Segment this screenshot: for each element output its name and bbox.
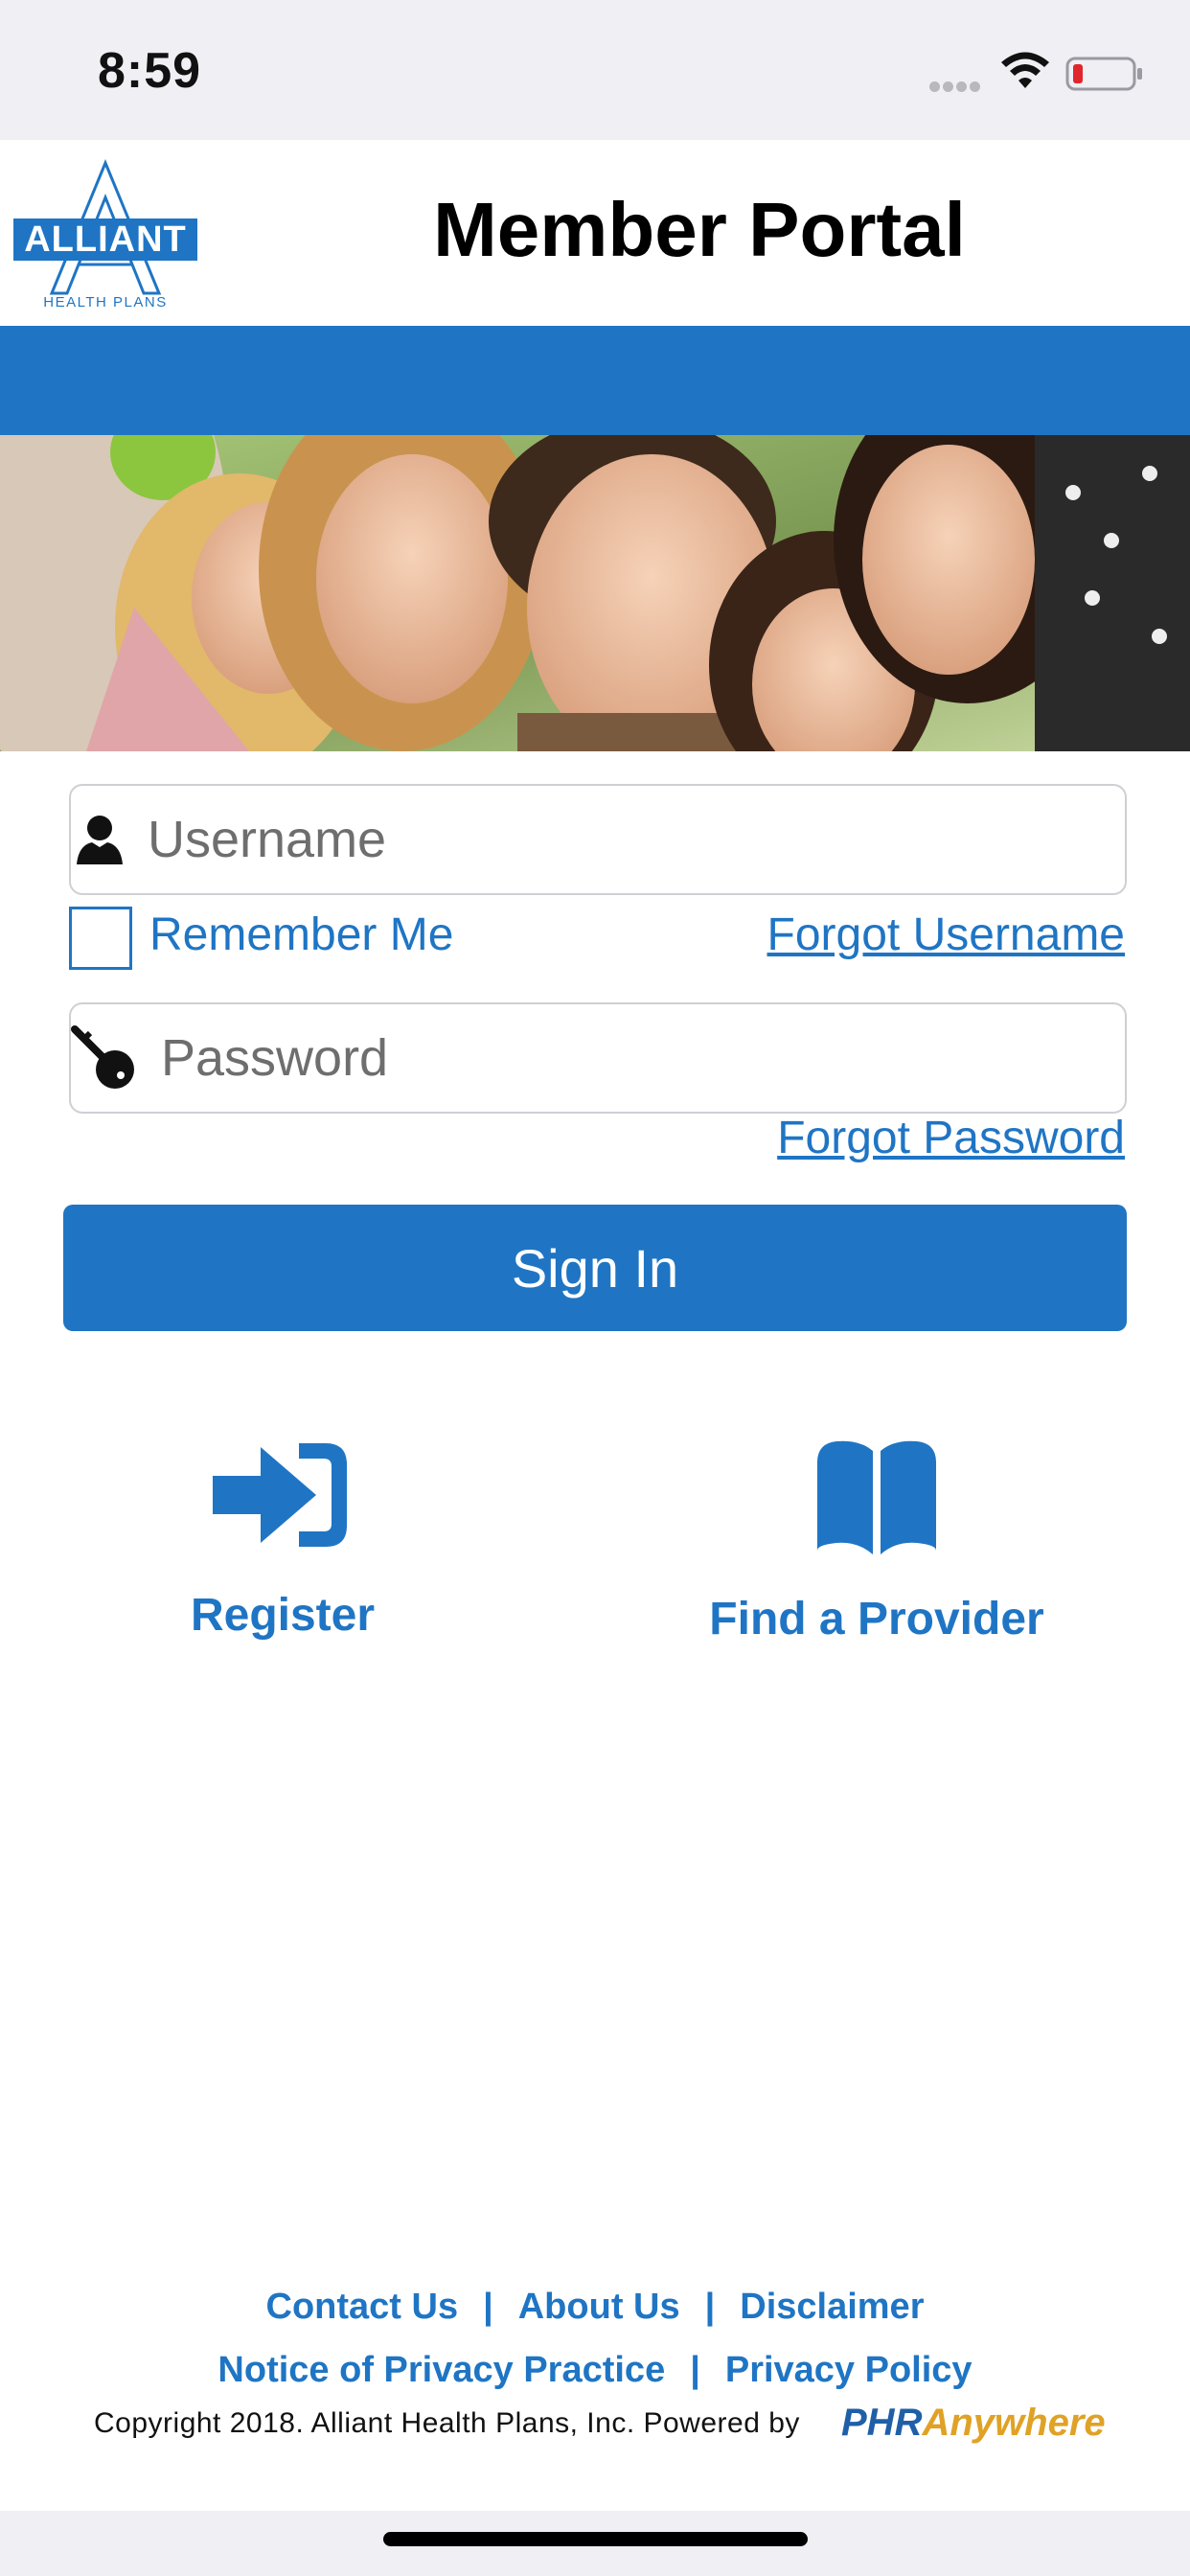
svg-text:ALLIANT: ALLIANT bbox=[24, 219, 187, 260]
phr-logo-part1: PHR bbox=[841, 2402, 923, 2444]
phr-anywhere-logo: PHRAnywhere bbox=[841, 2402, 1106, 2445]
remember-me-checkbox[interactable] bbox=[69, 907, 132, 970]
about-us-link[interactable]: About Us bbox=[518, 2287, 680, 2327]
forgot-password-link[interactable]: Forgot Password bbox=[777, 1112, 1125, 1164]
app-header: ALLIANT HEALTH PLANS Member Portal bbox=[0, 140, 1190, 326]
username-input[interactable] bbox=[148, 786, 1106, 893]
key-icon bbox=[71, 1025, 134, 1089]
page-title: Member Portal bbox=[433, 187, 966, 272]
footer-separator: | bbox=[690, 2350, 700, 2390]
register-action[interactable]: Register bbox=[144, 1438, 422, 1642]
forgot-username-link[interactable]: Forgot Username bbox=[767, 908, 1125, 961]
register-label[interactable]: Register bbox=[144, 1589, 422, 1642]
status-time: 8:59 bbox=[98, 43, 202, 99]
footer-separator: | bbox=[483, 2287, 493, 2327]
footer-separator: | bbox=[704, 2287, 716, 2327]
family-hero-photo bbox=[0, 435, 1190, 751]
battery-low-icon bbox=[1065, 57, 1142, 91]
disclaimer-link[interactable]: Disclaimer bbox=[740, 2287, 924, 2327]
find-provider-action[interactable]: Find a Provider bbox=[671, 1438, 1083, 1645]
wifi-icon bbox=[1001, 52, 1049, 88]
password-field[interactable] bbox=[69, 1002, 1127, 1114]
alliant-logo: ALLIANT HEALTH PLANS bbox=[13, 159, 197, 310]
user-icon bbox=[77, 816, 123, 864]
sign-in-arrow-icon bbox=[213, 1443, 347, 1547]
privacy-policy-link[interactable]: Privacy Policy bbox=[725, 2350, 973, 2390]
phr-logo-part2: Anywhere bbox=[922, 2402, 1106, 2444]
contact-us-link[interactable]: Contact Us bbox=[266, 2287, 459, 2327]
username-field[interactable] bbox=[69, 784, 1127, 895]
svg-text:HEALTH PLANS: HEALTH PLANS bbox=[43, 294, 167, 310]
remember-me-label[interactable]: Remember Me bbox=[149, 908, 453, 961]
home-indicator[interactable] bbox=[383, 2532, 808, 2546]
password-input[interactable] bbox=[161, 1004, 1119, 1112]
status-bar: 8:59 bbox=[0, 0, 1190, 140]
open-book-icon bbox=[817, 1440, 936, 1554]
privacy-practice-link[interactable]: Notice of Privacy Practice bbox=[217, 2350, 665, 2390]
footer-links-row-1: Contact Us | About Us | Disclaimer bbox=[0, 2287, 1190, 2328]
signal-dots-icon bbox=[929, 80, 983, 97]
copyright-text: Copyright 2018. Alliant Health Plans, In… bbox=[94, 2407, 800, 2439]
sign-in-button[interactable]: Sign In bbox=[63, 1205, 1127, 1331]
header-banner-bar bbox=[0, 326, 1190, 435]
footer-links-row-2: Notice of Privacy Practice | Privacy Polic… bbox=[0, 2350, 1190, 2391]
find-provider-label[interactable]: Find a Provider bbox=[671, 1593, 1083, 1645]
